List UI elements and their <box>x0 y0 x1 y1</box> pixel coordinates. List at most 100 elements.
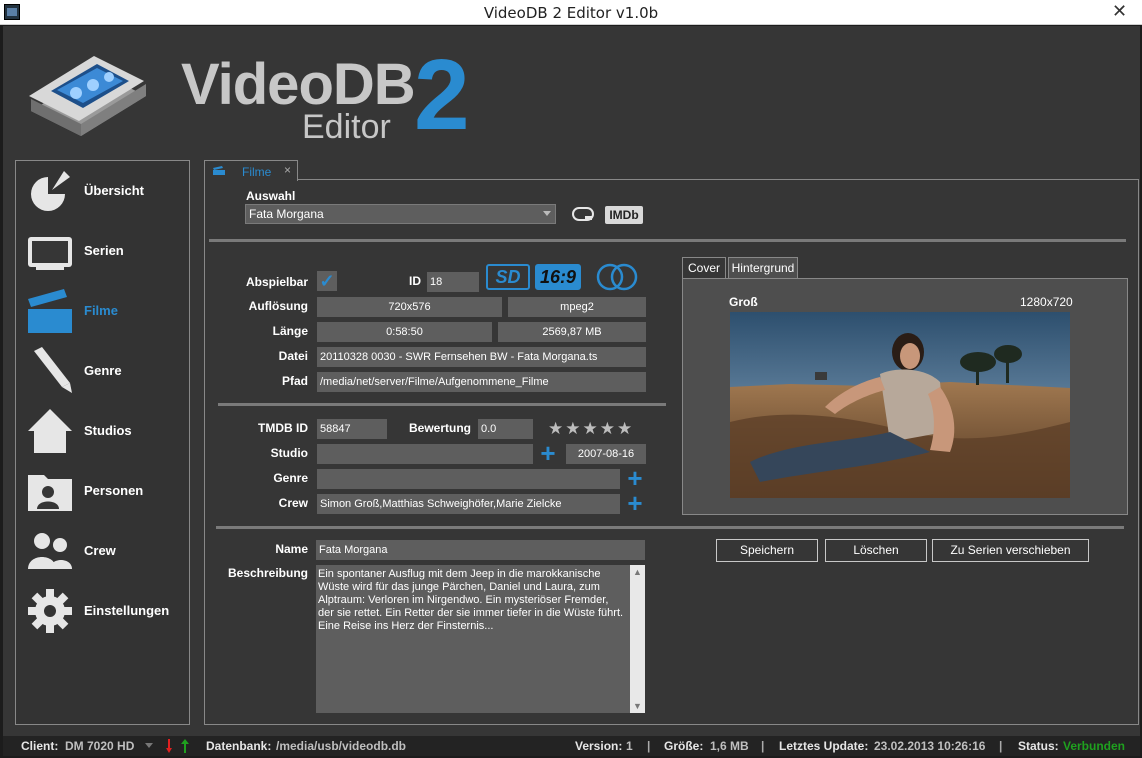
description-scrollbar[interactable]: ▲ ▼ <box>630 565 645 713</box>
sidebar-item-label: Filme <box>84 303 118 318</box>
resolution-field[interactable]: 720x576 <box>317 297 502 317</box>
house-icon <box>28 409 72 453</box>
description-textarea[interactable]: Ein spontaner Ausflug mit dem Jeep in di… <box>316 565 645 713</box>
client-value: DM 7020 HD <box>65 739 135 753</box>
clapperboard-icon <box>213 166 225 175</box>
rating-stars[interactable]: ★★★★★ <box>548 419 634 439</box>
scroll-down-icon[interactable]: ▼ <box>630 699 645 713</box>
arrow-down-icon <box>166 739 172 753</box>
tmdb-id-label: TMDB ID <box>258 421 308 435</box>
divider <box>209 239 1126 242</box>
name-label: Name <box>275 542 308 556</box>
codec-field[interactable]: mpeg2 <box>508 297 646 317</box>
sidebar-item-crew[interactable]: Crew <box>16 523 189 579</box>
filesize-field[interactable]: 2569,87 MB <box>498 322 646 342</box>
add-crew-button[interactable]: + <box>625 490 645 516</box>
sidebar-item-label: Einstellungen <box>84 603 170 618</box>
auswahl-label: Auswahl <box>246 189 296 203</box>
chevron-down-icon <box>543 211 551 216</box>
genre-field[interactable] <box>317 469 620 489</box>
sidebar-item-genre[interactable]: Genre <box>16 343 189 399</box>
laenge-label: Länge <box>272 324 308 338</box>
imdb-button[interactable]: IMDb <box>605 206 643 224</box>
abspielbar-checkbox[interactable]: ✓ <box>317 271 337 291</box>
last-update-value: 23.02.2013 10:26:16 <box>874 739 986 753</box>
sd-badge: SD <box>486 264 530 290</box>
tab-label: Filme <box>242 165 272 179</box>
tab-filme[interactable]: Filme × <box>204 160 298 181</box>
pie-chart-icon <box>31 171 70 211</box>
app-body: VideoDB Editor 2 Übersicht Serien Filme … <box>3 26 1140 756</box>
database-label: Datenbank: <box>206 739 272 753</box>
move-to-series-button[interactable]: Zu Serien verschieben <box>932 539 1089 562</box>
add-studio-button[interactable]: + <box>538 440 558 466</box>
window-title: VideoDB 2 Editor v1.0b <box>483 4 659 22</box>
sidebar-item-label: Crew <box>84 543 116 558</box>
divider <box>216 526 1124 529</box>
add-genre-button[interactable]: + <box>625 465 645 491</box>
filename-field[interactable]: 20110328 0030 - SWR Fernsehen BW - Fata … <box>317 347 646 367</box>
status-bar: Client: DM 7020 HD Datenbank: /media/usb… <box>3 736 1140 756</box>
tab-close-button[interactable]: × <box>284 163 291 177</box>
version-label: Version: <box>575 739 623 753</box>
sidebar-item-label: Serien <box>84 243 124 258</box>
size-value: 1,6 MB <box>710 739 749 753</box>
description-text: Ein spontaner Ausflug mit dem Jeep in di… <box>318 568 624 632</box>
aufloesung-label: Auflösung <box>248 299 308 313</box>
sidebar-item-personen[interactable]: Personen <box>16 463 189 519</box>
background-image[interactable] <box>730 312 1070 498</box>
chevron-down-icon[interactable] <box>145 743 153 749</box>
name-field[interactable]: Fata Morgana <box>316 540 645 560</box>
dolby-circles-icon <box>596 263 638 291</box>
film-folder-icon <box>29 56 146 136</box>
datei-label: Datei <box>278 349 308 363</box>
clapperboard-icon <box>28 289 72 333</box>
sidebar-item-label: Genre <box>84 363 122 378</box>
studio-field[interactable] <box>317 444 533 464</box>
status-separator: | <box>999 739 1003 753</box>
studio-label: Studio <box>270 446 308 460</box>
crew-field[interactable]: Simon Groß,Matthias Schweighöfer,Marie Z… <box>317 494 620 514</box>
beschreibung-label: Beschreibung <box>227 566 308 580</box>
client-label: Client: <box>21 739 59 753</box>
sidebar-item-label: Personen <box>84 483 144 498</box>
version-value: 1 <box>626 739 633 753</box>
id-field[interactable]: 18 <box>427 272 479 292</box>
sidebar-item-filme[interactable]: Filme <box>16 283 189 339</box>
connection-status: Verbunden <box>1063 739 1126 753</box>
tab-cover[interactable]: Cover <box>682 257 726 279</box>
pencil-icon <box>34 347 72 393</box>
sidebar-item-label: Studios <box>84 423 132 438</box>
divider <box>218 403 666 406</box>
people-icon <box>28 533 72 569</box>
bewertung-label: Bewertung <box>408 421 471 435</box>
tab-hintergrund[interactable]: Hintergrund <box>728 257 798 279</box>
image-resolution: 1280x720 <box>1020 295 1073 309</box>
image-size-label: Groß <box>729 295 758 309</box>
sidebar-item-label: Übersicht <box>84 183 144 198</box>
tmdb-id-field[interactable]: 58847 <box>317 419 387 439</box>
genre-label: Genre <box>273 471 308 485</box>
duration-field[interactable]: 0:58:50 <box>317 322 492 342</box>
save-button[interactable]: Speichern <box>716 539 818 562</box>
contact-folder-icon <box>28 475 72 511</box>
logo-subtitle: Editor <box>302 108 391 146</box>
path-field[interactable]: /media/net/server/Filme/Aufgenommene_Fil… <box>317 372 646 392</box>
sidebar-item-studios[interactable]: Studios <box>16 403 189 459</box>
delete-button[interactable]: Löschen <box>825 539 927 562</box>
status-separator: | <box>761 739 765 753</box>
rating-field[interactable]: 0.0 <box>478 419 533 439</box>
close-button[interactable]: ✕ <box>1097 0 1142 24</box>
sidebar-item-serien[interactable]: Serien <box>16 223 189 279</box>
abspielbar-label: Abspielbar <box>245 275 308 289</box>
search-icon[interactable] <box>572 207 594 221</box>
scroll-up-icon[interactable]: ▲ <box>630 565 645 579</box>
sidebar-item-einstellungen[interactable]: Einstellungen <box>16 583 189 639</box>
size-label: Größe: <box>664 739 704 753</box>
movie-select[interactable]: Fata Morgana <box>245 204 556 224</box>
sidebar-item-uebersicht[interactable]: Übersicht <box>16 163 189 219</box>
release-date-field[interactable]: 2007-08-16 <box>566 444 646 464</box>
logo-version-number: 2 <box>414 39 470 151</box>
image-pane: Groß 1280x720 <box>682 278 1128 515</box>
aspect-ratio-badge: 16:9 <box>535 264 581 290</box>
